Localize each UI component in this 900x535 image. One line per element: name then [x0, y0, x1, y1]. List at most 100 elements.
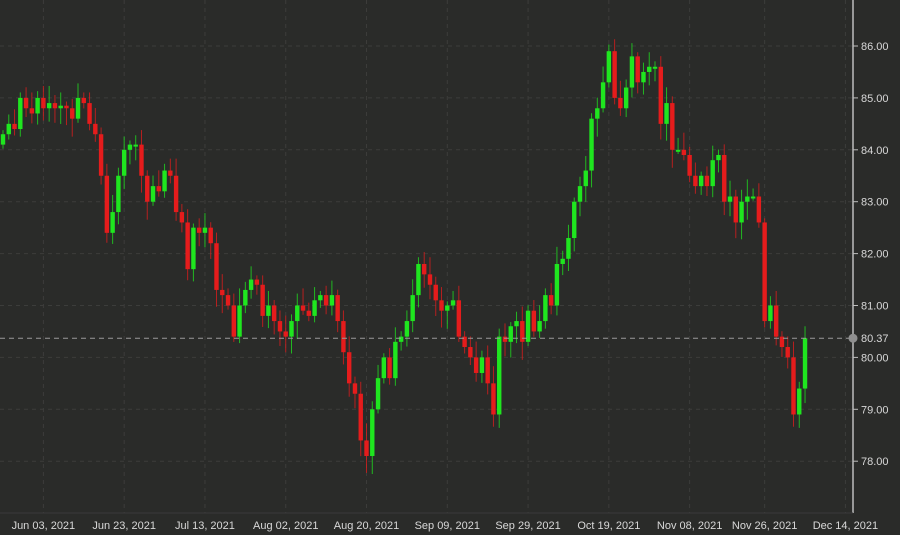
candle-body — [427, 274, 433, 285]
candle-body — [168, 170, 173, 176]
candle-body — [6, 123, 11, 135]
candle-down — [468, 336, 473, 366]
candle-up — [289, 314, 294, 354]
last-price-marker — [848, 333, 858, 343]
candle-body — [456, 300, 462, 337]
candle-down — [612, 39, 617, 105]
candle-up — [404, 310, 410, 347]
candle-up — [479, 350, 485, 383]
candle-down — [485, 345, 490, 395]
candle-down — [173, 158, 179, 221]
candle-body — [127, 144, 133, 150]
candle-body — [572, 201, 577, 239]
candle-body — [566, 238, 571, 259]
candle-down — [756, 183, 762, 228]
candle-body — [722, 154, 727, 202]
y-tick-label: 78.00 — [861, 456, 889, 468]
candles — [0, 39, 808, 475]
candle-up — [560, 250, 565, 276]
candle-up — [46, 85, 52, 122]
candle-down — [93, 108, 98, 142]
candle-body — [121, 149, 127, 176]
candle-down — [214, 232, 219, 307]
candle-body — [41, 97, 46, 109]
candle-down — [618, 80, 623, 116]
candle-up — [664, 87, 669, 141]
candle-body — [214, 243, 219, 290]
candle-body — [312, 300, 317, 316]
candle-down — [341, 310, 346, 365]
candle-up — [243, 281, 248, 314]
candle-body — [18, 97, 23, 130]
candle-down — [422, 252, 427, 288]
candle-body — [704, 175, 710, 187]
candle-up — [797, 381, 802, 428]
candle-up — [121, 136, 127, 190]
candle-up — [0, 130, 6, 149]
last-price-label: 80.37 — [861, 333, 889, 345]
candle-down — [283, 315, 288, 353]
candle-down — [64, 101, 69, 126]
candle-body — [300, 305, 306, 311]
candle-body — [35, 97, 40, 114]
candle-down — [462, 331, 467, 354]
candle-down — [548, 283, 554, 315]
candle-down — [364, 423, 369, 473]
candle-body — [670, 103, 675, 150]
candle-body — [370, 409, 375, 457]
candle-body — [664, 103, 669, 124]
candle-up — [75, 83, 81, 123]
y-tick-label: 84.00 — [861, 145, 889, 157]
candle-down — [693, 162, 698, 194]
candle-body — [173, 175, 179, 213]
candle-body — [0, 134, 6, 145]
candle-down — [387, 348, 392, 385]
candle-body — [156, 186, 161, 192]
candle-up — [710, 145, 715, 198]
y-tick-label: 83.00 — [861, 197, 889, 209]
candle-body — [710, 160, 715, 187]
candle-up — [202, 213, 208, 248]
candle-up — [525, 305, 531, 346]
candle-down — [168, 158, 173, 184]
candle-down — [773, 290, 779, 346]
candle-body — [404, 321, 410, 337]
candle-up — [750, 188, 756, 201]
candle-body — [248, 279, 254, 290]
candle-up — [416, 257, 421, 308]
candle-body — [29, 108, 35, 114]
candle-body — [231, 305, 236, 337]
x-tick-label: Aug 20, 2021 — [334, 520, 399, 532]
candle-body — [87, 103, 92, 124]
candle-down — [277, 310, 283, 346]
candle-down — [139, 130, 144, 193]
candle-up — [600, 66, 606, 113]
candle-down — [323, 285, 329, 315]
x-tick-label: Jun 03, 2021 — [12, 520, 76, 532]
candle-body — [387, 357, 392, 379]
candle-down — [260, 275, 265, 327]
candle-body — [295, 305, 300, 322]
candle-body — [191, 227, 196, 270]
candle-up — [450, 290, 456, 310]
candle-body — [375, 378, 381, 410]
y-axis: 86.00 85.00 84.00 83.00 82.00 81.00 80.00 79.00… — [853, 41, 889, 468]
candle-body — [641, 71, 646, 83]
candle-body — [589, 118, 594, 171]
x-axis: Jun 03, 2021 Jun 23, 2021 Jul 13, 2021 Aug … — [12, 520, 879, 532]
candle-down — [491, 366, 496, 427]
candle-up — [583, 156, 588, 202]
candle-body — [468, 347, 473, 358]
candle-body — [768, 305, 773, 322]
candle-body — [364, 440, 369, 457]
candle-up — [393, 327, 398, 386]
candle-body — [145, 175, 150, 202]
candle-body — [548, 295, 554, 306]
candle-up — [248, 266, 254, 299]
x-tick-label: Sep 29, 2021 — [495, 520, 560, 532]
candle-up — [554, 246, 560, 316]
y-tick-label: 86.00 — [861, 41, 889, 53]
y-tick-label: 80.00 — [861, 352, 889, 364]
candle-body — [381, 357, 387, 379]
candle-up — [370, 401, 375, 475]
